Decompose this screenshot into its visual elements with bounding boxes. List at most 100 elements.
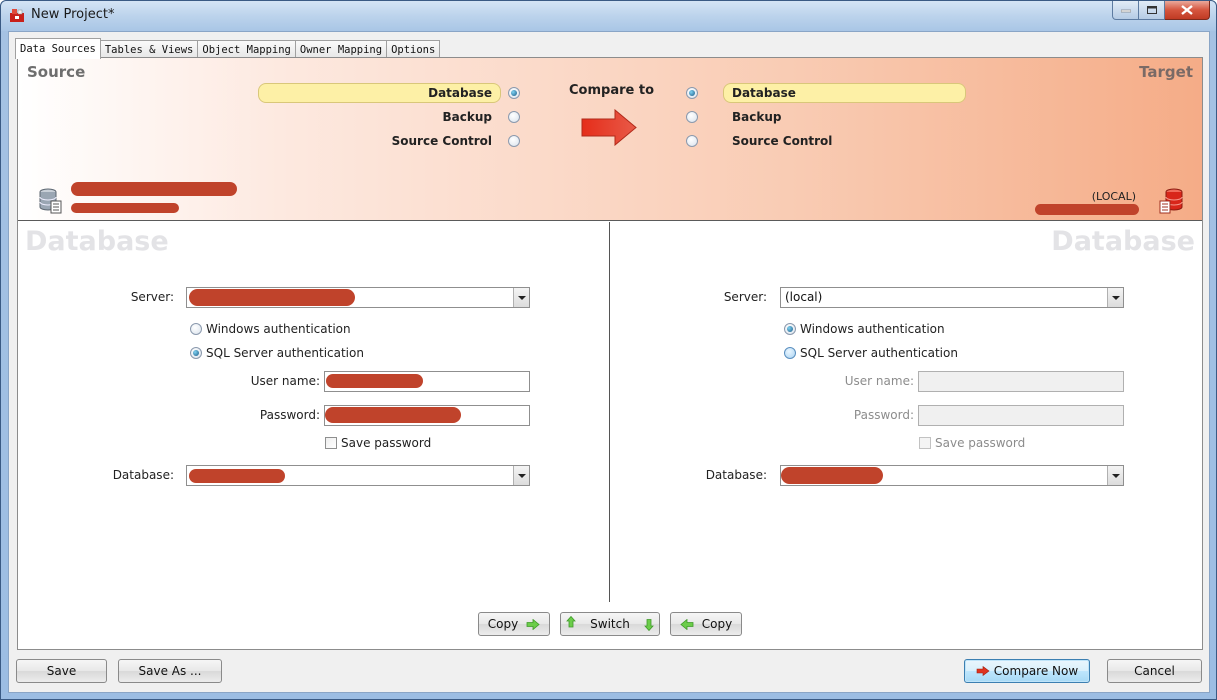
target-server-value: (local) — [785, 290, 823, 304]
target-source-control-radio[interactable] — [686, 135, 698, 147]
target-username-field[interactable] — [918, 371, 1124, 392]
tab-owner-mapping[interactable]: Owner Mapping — [294, 40, 388, 58]
source-panel-title: Database — [25, 226, 169, 257]
red-arrow-right-icon — [976, 666, 990, 676]
tab-data-sources[interactable]: Data Sources — [15, 38, 101, 59]
tab-tables-views[interactable]: Tables & Views — [99, 40, 199, 58]
source-database-icon — [39, 188, 62, 214]
tab-object-mapping[interactable]: Object Mapping — [197, 40, 296, 58]
title-bar[interactable]: New Project* — [1, 1, 1216, 31]
source-username-redacted — [326, 374, 423, 388]
compare-to-label: Compare to — [569, 83, 654, 98]
target-sql-auth-label: SQL Server authentication — [800, 346, 958, 360]
target-panel-title: Database — [1051, 226, 1195, 257]
source-password-field[interactable] — [324, 405, 530, 426]
source-server-label: Server: — [130, 290, 174, 304]
target-password-label: Password: — [853, 408, 914, 422]
green-arrow-left-icon — [680, 618, 694, 630]
switch-left-icon — [566, 616, 576, 628]
target-heading: Target — [1139, 63, 1193, 81]
minimize-icon — [1120, 9, 1131, 13]
source-option-backup-label: Backup — [442, 110, 492, 124]
source-database-label: Database: — [112, 468, 174, 482]
target-sql-auth[interactable]: SQL Server authentication — [784, 346, 958, 360]
source-sql-auth[interactable]: SQL Server authentication — [190, 346, 364, 360]
source-database-combo[interactable] — [186, 465, 530, 486]
chevron-down-icon[interactable] — [513, 466, 529, 485]
target-option-source-control[interactable]: Source Control — [686, 131, 832, 151]
source-option-database-label: Database — [428, 86, 492, 100]
close-icon — [1181, 5, 1193, 15]
source-panel: Database Server: Windows authentication … — [18, 222, 610, 602]
source-database-redacted — [71, 203, 179, 213]
target-server-combo[interactable]: (local) — [780, 287, 1124, 308]
target-database-radio[interactable] — [686, 87, 698, 99]
copy-to-source-label: Copy — [701, 617, 733, 631]
source-windows-auth[interactable]: Windows authentication — [190, 322, 351, 336]
chevron-down-icon[interactable] — [1107, 288, 1123, 307]
source-option-database[interactable]: Database — [258, 83, 520, 103]
window-title: New Project* — [31, 7, 115, 22]
target-windows-auth[interactable]: Windows authentication — [784, 322, 945, 336]
source-backup-radio[interactable] — [508, 111, 520, 123]
source-server-combo[interactable] — [186, 287, 530, 308]
source-sql-auth-radio[interactable] — [190, 347, 202, 359]
copy-to-source-button[interactable]: Copy — [670, 612, 742, 636]
target-save-password[interactable]: Save password — [919, 436, 1025, 450]
target-option-backup-label: Backup — [732, 110, 782, 124]
compare-now-label: Compare Now — [993, 664, 1079, 678]
target-sql-auth-radio[interactable] — [784, 347, 796, 359]
source-windows-auth-label: Windows authentication — [206, 322, 351, 336]
target-windows-auth-label: Windows authentication — [800, 322, 945, 336]
chevron-down-icon[interactable] — [1107, 466, 1123, 485]
target-option-database-label: Database — [732, 86, 796, 100]
copy-to-target-button[interactable]: Copy — [478, 612, 550, 636]
chevron-down-icon[interactable] — [513, 288, 529, 307]
save-as-button[interactable]: Save As ... — [118, 659, 222, 683]
source-save-password-checkbox[interactable] — [325, 437, 337, 449]
target-server-label: Server: — [723, 290, 767, 304]
dialog-client: Data Sources Tables & Views Object Mappi… — [8, 31, 1210, 693]
save-button[interactable]: Save — [16, 659, 107, 683]
source-sql-auth-label: SQL Server authentication — [206, 346, 364, 360]
tab-options[interactable]: Options — [386, 40, 441, 58]
target-database-icon — [1159, 188, 1183, 214]
target-username-label: User name: — [844, 374, 914, 388]
source-option-source-control[interactable]: Source Control — [258, 131, 520, 151]
source-save-password[interactable]: Save password — [325, 436, 431, 450]
source-database-radio[interactable] — [508, 87, 520, 99]
target-database-label: Database: — [705, 468, 767, 482]
target-option-database[interactable]: Database — [686, 83, 966, 103]
source-database-value-redacted — [189, 469, 285, 483]
target-database-value-redacted — [781, 467, 883, 484]
maximize-icon — [1146, 6, 1157, 14]
target-save-password-label: Save password — [935, 436, 1026, 450]
target-option-source-control-label: Source Control — [732, 134, 833, 148]
target-server-caption: (LOCAL) — [1091, 190, 1136, 203]
target-database-combo[interactable] — [780, 465, 1124, 486]
source-username-field[interactable] — [324, 371, 530, 392]
compare-now-button[interactable]: Compare Now — [964, 659, 1090, 683]
source-windows-auth-radio[interactable] — [190, 323, 202, 335]
source-option-backup[interactable]: Backup — [258, 107, 520, 127]
app-icon — [10, 9, 24, 22]
target-windows-auth-radio[interactable] — [784, 323, 796, 335]
source-password-redacted — [325, 407, 461, 423]
switch-button[interactable]: Switch — [560, 612, 660, 636]
source-server-value-redacted — [189, 289, 355, 306]
target-panel: Database Server: (local) Windows authent… — [611, 222, 1204, 602]
source-password-label: Password: — [259, 408, 320, 422]
target-option-backup[interactable]: Backup — [686, 107, 781, 127]
target-backup-radio[interactable] — [686, 111, 698, 123]
switch-label: Switch — [590, 617, 630, 631]
cancel-button[interactable]: Cancel — [1107, 659, 1202, 683]
target-save-password-checkbox[interactable] — [919, 437, 931, 449]
minimize-button[interactable] — [1112, 1, 1139, 20]
maximize-button[interactable] — [1139, 1, 1165, 20]
close-button[interactable] — [1165, 1, 1210, 20]
source-username-label: User name: — [250, 374, 320, 388]
target-password-field[interactable] — [918, 405, 1124, 426]
tab-strip: Data Sources Tables & Views Object Mappi… — [15, 38, 441, 59]
source-source-control-radio[interactable] — [508, 135, 520, 147]
source-server-redacted — [71, 182, 237, 196]
